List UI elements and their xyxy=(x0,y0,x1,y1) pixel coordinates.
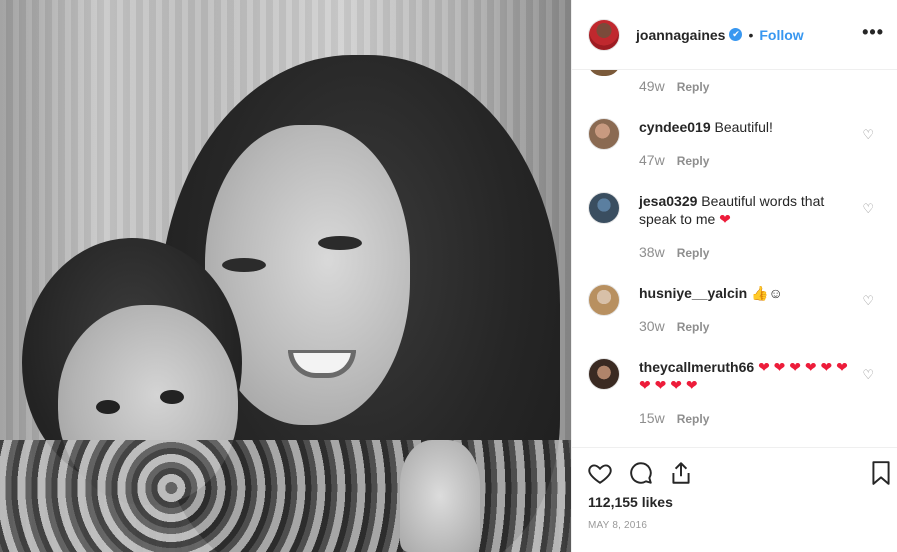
comment-username[interactable]: cyndee019 xyxy=(639,119,711,135)
photo-hand xyxy=(400,440,480,552)
comment-avatar[interactable] xyxy=(588,118,620,150)
post-actions: 112,155 likes MAY 8, 2016 xyxy=(572,447,897,552)
reply-button[interactable]: Reply xyxy=(677,320,710,334)
verified-badge-icon: ✔ xyxy=(729,28,743,41)
author-username[interactable]: joannagaines xyxy=(636,27,725,43)
comment-username[interactable]: jesa0329 xyxy=(639,193,697,209)
comments-list[interactable]: 49w Reply cyndee019 Beautiful! ♡ 47w Reply… xyxy=(572,70,897,447)
comment-icon[interactable] xyxy=(628,460,654,486)
post-side-panel: joannagaines ✔ • Follow ••• 49w Reply cyn… xyxy=(571,0,897,552)
comment-meta: 30w Reply xyxy=(639,318,709,334)
reply-button[interactable]: Reply xyxy=(677,246,710,260)
photo-baby-eye-right xyxy=(160,390,184,404)
like-comment-icon[interactable]: ♡ xyxy=(862,293,874,309)
author-avatar[interactable] xyxy=(588,18,620,51)
comment-age: 30w xyxy=(639,318,665,334)
comment-text: jesa0329 Beautiful words that speak to m… xyxy=(639,192,859,228)
comment-avatar[interactable] xyxy=(588,358,620,390)
comment-meta: 49w Reply xyxy=(639,78,709,94)
bookmark-icon[interactable] xyxy=(868,460,894,486)
comment-avatar[interactable] xyxy=(588,284,620,316)
post-header: joannagaines ✔ • Follow ••• xyxy=(572,0,897,70)
comment-age: 47w xyxy=(639,152,665,168)
comment-avatar[interactable] xyxy=(588,70,620,76)
post-photo[interactable] xyxy=(0,0,571,552)
share-icon[interactable] xyxy=(668,460,694,486)
photo-blanket xyxy=(0,440,571,552)
comment-username[interactable]: husniye__yalcin xyxy=(639,285,747,301)
comment-text: husniye__yalcin 👍☺ xyxy=(639,284,859,302)
like-comment-icon[interactable]: ♡ xyxy=(862,201,874,217)
post-date[interactable]: MAY 8, 2016 xyxy=(588,520,647,531)
heart-outline-icon[interactable] xyxy=(587,460,613,486)
comment-username[interactable]: theycallmeruth66 xyxy=(639,359,754,375)
comment-text: theycallmeruth66 ❤ ❤ ❤ ❤ ❤ ❤ ❤ ❤ ❤ ❤ xyxy=(639,358,859,394)
comment-text: cyndee019 Beautiful! xyxy=(639,118,859,136)
photo-woman-eye-right xyxy=(318,236,362,250)
reply-button[interactable]: Reply xyxy=(677,412,710,426)
reply-button[interactable]: Reply xyxy=(677,154,710,168)
comment-age: 15w xyxy=(639,410,665,426)
comment-avatar[interactable] xyxy=(588,192,620,224)
reply-button[interactable]: Reply xyxy=(677,80,710,94)
header-separator: • xyxy=(748,26,754,43)
photo-woman-eye-left xyxy=(222,258,266,272)
photo-baby-eye-left xyxy=(96,400,120,414)
comment-age: 49w xyxy=(639,78,665,94)
comment-meta: 15w Reply xyxy=(639,410,709,426)
comment-age: 38w xyxy=(639,244,665,260)
comment-meta: 38w Reply xyxy=(639,244,709,260)
comment-meta: 47w Reply xyxy=(639,152,709,168)
like-comment-icon[interactable]: ♡ xyxy=(862,367,874,383)
comment-emoji: 👍☺ xyxy=(751,285,783,301)
more-options-icon[interactable]: ••• xyxy=(862,22,884,43)
heart-emoji: ❤ xyxy=(719,211,731,227)
like-comment-icon[interactable]: ♡ xyxy=(862,127,874,143)
likes-count[interactable]: 112,155 likes xyxy=(588,494,673,510)
comment-body: Beautiful! xyxy=(714,119,773,135)
follow-button[interactable]: Follow xyxy=(759,27,803,43)
